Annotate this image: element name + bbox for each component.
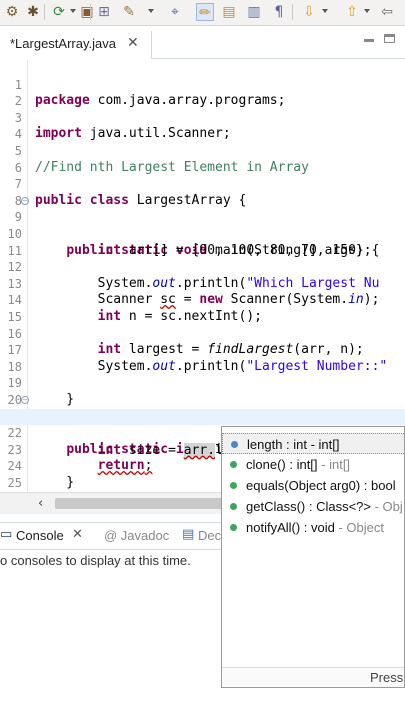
toggle-mark-icon[interactable]: ▤ (220, 3, 238, 21)
code-line: 2 (0, 77, 405, 108)
console-icon: ▭ (0, 527, 13, 542)
code-line: 10 int arr[] = {90, 100, 80, 70, 150}; (0, 209, 405, 258)
code-line-current: 22 int size = arr.l (0, 408, 405, 458)
highlight-icon[interactable]: ✏ (196, 3, 214, 21)
content-assist-status-bar: Press (222, 667, 404, 687)
code-line: 15 (0, 292, 405, 324)
proposal-label: equals(Object arg0) : bool (246, 478, 396, 493)
console-empty-message: o consoles to display at this time. (0, 553, 191, 568)
scroll-left-icon[interactable]: ‹ (38, 496, 43, 511)
content-assist-popup: length : int - int[] clone() : int[] - i… (221, 426, 405, 688)
open-type-icon[interactable]: ⌖ (166, 3, 184, 21)
profile-icon[interactable]: ✎ (120, 3, 138, 21)
code-line: 9 − public static void main(String[] arg… (0, 193, 405, 258)
coverage-icon[interactable]: ▣ (78, 3, 96, 21)
next-annotation-dropdown-icon[interactable] (322, 9, 328, 13)
method-icon (230, 482, 237, 489)
method-icon (230, 461, 237, 468)
close-icon[interactable]: ✕ (72, 527, 83, 542)
content-assist-hint: Press (370, 670, 404, 685)
code-line: 18 (0, 342, 405, 374)
editor-tab-bar: *LargestArray.java ✕ (0, 27, 405, 59)
code-line: 11 (0, 226, 405, 258)
back-icon[interactable]: ⇦ (378, 3, 396, 21)
toolbar-separator (44, 4, 45, 20)
proposal-equals[interactable]: equals(Object arg0) : bool (222, 475, 404, 496)
proposal-label: notifyAll() : void - Object (246, 520, 384, 535)
fold-toggle-icon[interactable]: − (21, 396, 29, 404)
code-line: 4 (0, 110, 405, 141)
debug-icon[interactable]: ⚙ (3, 3, 21, 21)
method-icon (230, 524, 237, 531)
proposal-label: getClass() : Class<?> - Obj (246, 499, 403, 514)
editor-tab-largestarray[interactable]: *LargestArray.java ✕ (0, 31, 152, 59)
next-annotation-icon[interactable]: ⇩ (300, 3, 318, 21)
code-line: 5 //Find nth Largest Element in Array (0, 126, 405, 175)
declaration-icon: ▤ (182, 527, 195, 542)
code-line: 3 import java.util.Scanner; (0, 93, 405, 142)
code-line: 6 (0, 143, 405, 175)
prev-annotation-icon[interactable]: ⇧ (343, 3, 361, 21)
tab-console[interactable]: Console (16, 528, 64, 543)
code-line: 1 package com.java.array.programs; (0, 60, 405, 109)
field-icon (231, 441, 238, 448)
code-line: 17 System.out.println("Largest Number::" (0, 326, 405, 374)
show-whitespace-icon[interactable]: ¶ (270, 3, 288, 21)
proposal-label: length : int - int[] (247, 437, 340, 452)
code-line: 8 (0, 176, 405, 208)
proposal-notifyall[interactable]: notifyAll() : void - Object (222, 517, 404, 538)
maximize-icon[interactable] (384, 34, 395, 43)
method-icon (230, 503, 237, 510)
code-line: 7 public class LargestArray { (0, 160, 405, 208)
proposal-label: clone() : int[] - int[] (246, 457, 351, 472)
code-line: 20 (0, 375, 405, 407)
run-dropdown-icon[interactable] (70, 9, 76, 13)
tab-javadoc[interactable]: @ Javadoc (104, 528, 169, 543)
new-java-project-icon[interactable]: ⊞ (95, 3, 113, 21)
tab-declaration[interactable]: Dec (198, 528, 221, 543)
editor-tab-label: *LargestArray.java (10, 36, 116, 51)
scrollbar-thumb[interactable] (55, 498, 225, 509)
fold-toggle-icon[interactable]: − (21, 196, 29, 205)
minimize-icon[interactable] (364, 39, 374, 42)
toolbar-separator (90, 4, 91, 20)
code-line: 14 int n = sc.nextInt(); (0, 276, 405, 324)
proposal-length[interactable]: length : int - int[] (222, 433, 404, 454)
profile-dropdown-icon[interactable] (148, 9, 154, 13)
proposal-getclass[interactable]: getClass() : Class<?> - Obj (222, 496, 404, 517)
run-icon[interactable]: ⟳ (50, 3, 68, 21)
toolbar-separator (292, 4, 293, 20)
code-line: 12 System.out.println("Which Largest Nu (0, 243, 405, 291)
code-line: 13 Scanner sc = new Scanner(System.in); (0, 259, 405, 308)
code-line: 16 int largest = findLargest(arr, n); (0, 309, 405, 358)
main-toolbar: ⚙ ✱ ⟳ ▣ ⊞ ✎ ⌖ ✏ ▤ ▥ ¶ ⇩ ⇧ ⇦ (0, 0, 405, 26)
code-line: 21 − public static int findLargest(int a… (0, 392, 405, 457)
prev-annotation-dropdown-icon[interactable] (364, 9, 370, 13)
external-tools-icon[interactable]: ✱ (24, 3, 42, 21)
code-line: 19 } (0, 359, 405, 407)
proposal-clone[interactable]: clone() : int[] - int[] (222, 454, 404, 475)
block-select-icon[interactable]: ▥ (245, 3, 263, 21)
close-icon[interactable]: ✕ (127, 35, 139, 51)
